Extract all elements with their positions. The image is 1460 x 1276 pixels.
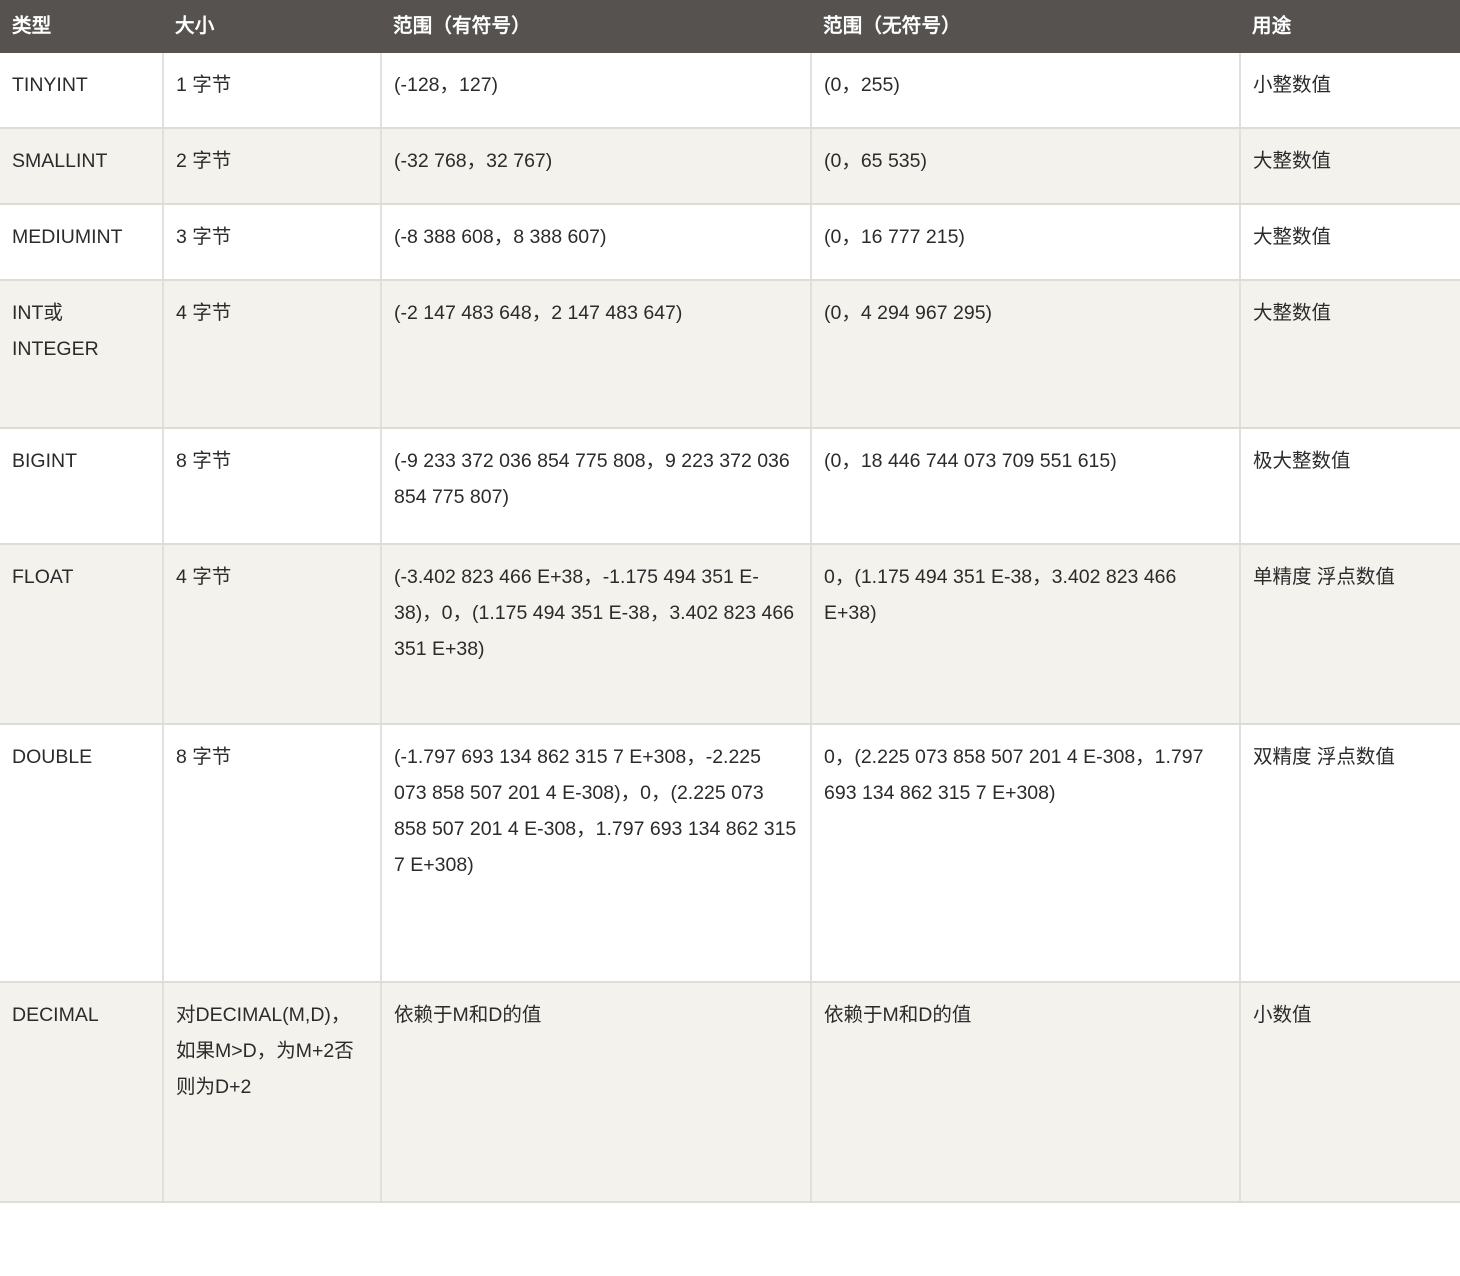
- signed-range: (-8 388 608，8 388 607): [394, 226, 607, 249]
- table-row: SMALLINT 2 字节 (-32 768，32 767) (0，65 535…: [0, 128, 1460, 206]
- size-value: 8 字节: [176, 746, 232, 769]
- unsigned-range: (0，65 535): [824, 150, 927, 173]
- cell-use: 小数值: [1240, 982, 1460, 1204]
- table-row: DECIMAL 对DECIMAL(M,D)，如果M>D，为M+2否则为D+2 依…: [0, 982, 1460, 1204]
- cell-signed: (-32 768，32 767): [381, 128, 812, 206]
- cell-unsigned: (0，16 777 215): [811, 204, 1241, 282]
- signed-range: (-9 233 372 036 854 775 808，9 223 372 03…: [394, 450, 790, 509]
- type-label: MEDIUMINT: [12, 226, 123, 249]
- type-label: BIGINT: [12, 450, 78, 473]
- cell-size: 8 字节: [163, 428, 382, 546]
- column-header-signed: 范围（有符号）: [381, 0, 811, 54]
- cell-unsigned: (0，4 294 967 295): [811, 280, 1241, 430]
- cell-use: 双精度 浮点数值: [1240, 724, 1460, 984]
- size-value: 1 字节: [176, 74, 232, 97]
- unsigned-range: (0，18 446 744 073 709 551 615): [824, 450, 1117, 473]
- type-label: INT或 INTEGER: [12, 302, 99, 361]
- cell-type: DECIMAL: [0, 982, 164, 1204]
- type-label: TINYINT: [12, 74, 88, 97]
- type-label: DOUBLE: [12, 746, 93, 769]
- mysql-numeric-types-table: 类型 大小 范围（有符号） 范围（无符号） 用途 TINYINT 1 字节 (-…: [0, 0, 1460, 1204]
- signed-range: (-32 768，32 767): [394, 150, 553, 173]
- cell-use: 大整数值: [1240, 280, 1460, 430]
- table-row: INT或 INTEGER 4 字节 (-2 147 483 648，2 147 …: [0, 280, 1460, 430]
- cell-use: 大整数值: [1240, 204, 1460, 282]
- size-value: 4 字节: [176, 302, 232, 325]
- cell-use: 单精度 浮点数值: [1240, 544, 1460, 726]
- usage-description: 大整数值: [1253, 226, 1332, 249]
- type-label: DECIMAL: [12, 1004, 99, 1027]
- cell-use: 极大整数值: [1240, 428, 1460, 546]
- cell-signed: (-2 147 483 648，2 147 483 647): [381, 280, 812, 430]
- cell-type: SMALLINT: [0, 128, 164, 206]
- table-row: TINYINT 1 字节 (-128，127) (0，255) 小整数值: [0, 53, 1460, 130]
- signed-range: (-1.797 693 134 862 315 7 E+308，-2.225 0…: [394, 746, 797, 877]
- cell-size: 3 字节: [163, 204, 382, 282]
- column-header-size: 大小: [163, 0, 381, 54]
- cell-signed: (-1.797 693 134 862 315 7 E+308，-2.225 0…: [381, 724, 812, 984]
- unsigned-range: (0，16 777 215): [824, 226, 965, 249]
- unsigned-range: (0，255): [824, 74, 900, 97]
- cell-size: 8 字节: [163, 724, 382, 984]
- usage-description: 极大整数值: [1253, 450, 1351, 473]
- usage-description: 小整数值: [1253, 74, 1332, 97]
- type-label: FLOAT: [12, 566, 74, 589]
- column-header-use: 用途: [1240, 0, 1460, 54]
- cell-type: BIGINT: [0, 428, 164, 546]
- cell-type: FLOAT: [0, 544, 164, 726]
- table-header: 类型 大小 范围（有符号） 范围（无符号） 用途: [0, 0, 1460, 54]
- signed-range: (-128，127): [394, 74, 499, 97]
- cell-unsigned: 0，(1.175 494 351 E-38，3.402 823 466 E+38…: [811, 544, 1241, 726]
- cell-size: 4 字节: [163, 280, 382, 430]
- usage-description: 小数值: [1253, 1004, 1312, 1027]
- cell-size: 1 字节: [163, 53, 382, 130]
- cell-size: 4 字节: [163, 544, 382, 726]
- cell-unsigned: (0，18 446 744 073 709 551 615): [811, 428, 1241, 546]
- unsigned-range: 0，(1.175 494 351 E-38，3.402 823 466 E+38…: [824, 566, 1177, 625]
- signed-range: (-2 147 483 648，2 147 483 647): [394, 302, 683, 325]
- table-row: DOUBLE 8 字节 (-1.797 693 134 862 315 7 E+…: [0, 724, 1460, 984]
- cell-signed: (-8 388 608，8 388 607): [381, 204, 812, 282]
- size-value: 对DECIMAL(M,D)，如果M>D，为M+2否则为D+2: [176, 1004, 354, 1099]
- usage-description: 双精度 浮点数值: [1253, 746, 1395, 769]
- table-row: FLOAT 4 字节 (-3.402 823 466 E+38，-1.175 4…: [0, 544, 1460, 726]
- unsigned-range: 0，(2.225 073 858 507 201 4 E-308，1.797 6…: [824, 746, 1204, 805]
- cell-size: 2 字节: [163, 128, 382, 206]
- cell-signed: 依赖于M和D的值: [381, 982, 812, 1204]
- size-value: 4 字节: [176, 566, 232, 589]
- cell-size: 对DECIMAL(M,D)，如果M>D，为M+2否则为D+2: [163, 982, 382, 1204]
- cell-unsigned: (0，65 535): [811, 128, 1241, 206]
- usage-description: 单精度 浮点数值: [1253, 566, 1395, 589]
- cell-signed: (-3.402 823 466 E+38，-1.175 494 351 E-38…: [381, 544, 812, 726]
- cell-signed: (-9 233 372 036 854 775 808，9 223 372 03…: [381, 428, 812, 546]
- unsigned-range: 依赖于M和D的值: [824, 1004, 972, 1027]
- cell-unsigned: 0，(2.225 073 858 507 201 4 E-308，1.797 6…: [811, 724, 1241, 984]
- cell-use: 大整数值: [1240, 128, 1460, 206]
- usage-description: 大整数值: [1253, 150, 1332, 173]
- table-header-row: 类型 大小 范围（有符号） 范围（无符号） 用途: [0, 0, 1460, 54]
- cell-type: MEDIUMINT: [0, 204, 164, 282]
- cell-unsigned: 依赖于M和D的值: [811, 982, 1241, 1204]
- unsigned-range: (0，4 294 967 295): [824, 302, 993, 325]
- cell-signed: (-128，127): [381, 53, 812, 130]
- cell-use: 小整数值: [1240, 53, 1460, 130]
- size-value: 3 字节: [176, 226, 232, 249]
- usage-description: 大整数值: [1253, 302, 1332, 325]
- type-label: SMALLINT: [12, 150, 108, 173]
- column-header-type: 类型: [0, 0, 163, 54]
- size-value: 8 字节: [176, 450, 232, 473]
- table-row: BIGINT 8 字节 (-9 233 372 036 854 775 808，…: [0, 428, 1460, 546]
- size-value: 2 字节: [176, 150, 232, 173]
- table-body: TINYINT 1 字节 (-128，127) (0，255) 小整数值 SMA…: [0, 53, 1460, 1204]
- cell-unsigned: (0，255): [811, 53, 1241, 130]
- cell-type: DOUBLE: [0, 724, 164, 984]
- cell-type: INT或 INTEGER: [0, 280, 164, 430]
- signed-range: (-3.402 823 466 E+38，-1.175 494 351 E-38…: [394, 566, 795, 661]
- cell-type: TINYINT: [0, 53, 164, 130]
- column-header-unsigned: 范围（无符号）: [811, 0, 1240, 54]
- table-row: MEDIUMINT 3 字节 (-8 388 608，8 388 607) (0…: [0, 204, 1460, 282]
- signed-range: 依赖于M和D的值: [394, 1004, 542, 1027]
